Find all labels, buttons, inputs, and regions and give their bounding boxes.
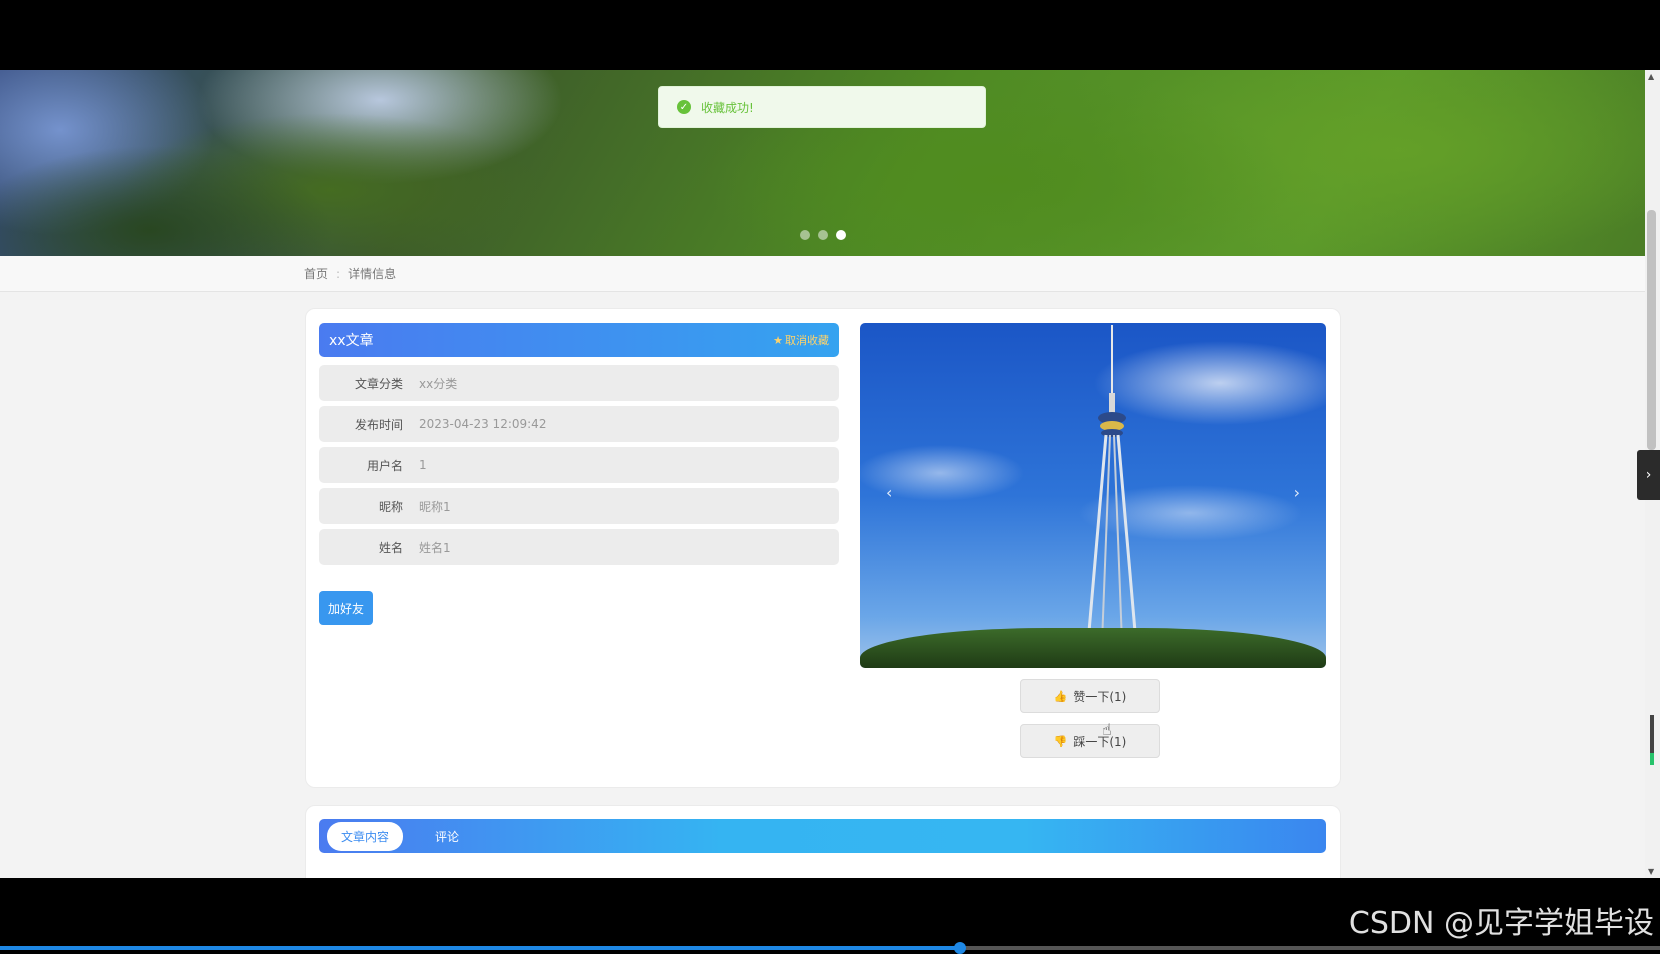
mouse-cursor-icon: ☝: [1102, 720, 1112, 739]
tab-article-content[interactable]: 文章内容: [327, 821, 404, 851]
breadcrumb: 首页 : 详情信息: [0, 256, 1645, 292]
field-label: 姓名: [378, 540, 403, 555]
chevron-right-icon[interactable]: ›: [1294, 483, 1300, 502]
top-black-bar: [0, 0, 1660, 70]
field-label: 文章分类: [354, 376, 403, 391]
unfavorite-button[interactable]: ★ 取消收藏: [773, 332, 829, 348]
video-progress-knob[interactable]: [954, 942, 966, 954]
tab-comments[interactable]: 评论: [421, 822, 473, 851]
field-value: 2023-04-23 12:09:42: [419, 417, 547, 431]
progress-fill: [1650, 753, 1654, 765]
tab-bar: 文章内容 评论: [319, 819, 1326, 853]
field-name: 姓名 姓名1: [319, 529, 839, 565]
breadcrumb-separator: :: [336, 266, 341, 281]
like-label: 赞一下(1): [1073, 689, 1127, 704]
check-circle-icon: ✓: [677, 100, 691, 114]
thumbs-down-icon: 👎: [1053, 734, 1068, 748]
field-value: 姓名1: [419, 540, 451, 555]
field-category: 文章分类 xx分类: [319, 365, 839, 401]
video-progress-played: [0, 946, 960, 950]
dislike-button[interactable]: 👎 踩一下(1): [1020, 724, 1160, 758]
field-username: 用户名 1: [319, 447, 839, 483]
field-nickname: 昵称 昵称1: [319, 488, 839, 524]
unfavorite-label: 取消收藏: [785, 334, 829, 347]
side-panel-toggle[interactable]: ›: [1637, 450, 1660, 500]
breadcrumb-home[interactable]: 首页: [304, 265, 328, 282]
carousel-dot[interactable]: [818, 230, 828, 240]
field-label: 昵称: [378, 499, 403, 514]
field-label: 发布时间: [354, 417, 403, 432]
side-progress-indicator: [1650, 715, 1654, 765]
carousel-dot[interactable]: [800, 230, 810, 240]
tower-image: [1084, 325, 1140, 668]
video-bottom-bar: CSDN @见字学姐毕设: [0, 878, 1660, 954]
add-friend-button[interactable]: 加好友: [319, 591, 373, 625]
field-value: 昵称1: [419, 499, 451, 514]
dislike-label: 踩一下(1): [1073, 734, 1127, 749]
article-detail-card: xx文章 ★ 取消收藏 文章分类 xx分类 发布时间 2023-04-23 12…: [305, 308, 1341, 788]
thumbs-up-icon: 👍: [1053, 689, 1068, 703]
article-title: xx文章: [329, 333, 374, 349]
chevron-left-icon[interactable]: ‹: [886, 483, 892, 502]
article-image-carousel[interactable]: ‹ ›: [860, 323, 1326, 668]
chevron-right-icon: ›: [1645, 467, 1652, 483]
scrollbar-thumb[interactable]: [1647, 210, 1656, 450]
carousel-dot-active[interactable]: [836, 230, 846, 240]
field-label: 用户名: [366, 458, 403, 473]
carousel-dots: [800, 230, 846, 240]
field-value: xx分类: [419, 376, 458, 391]
article-title-bar: xx文章 ★ 取消收藏: [319, 323, 839, 357]
like-button[interactable]: 👍 赞一下(1): [1020, 679, 1160, 713]
star-icon: ★: [773, 333, 783, 347]
browser-viewport: ✓ 收藏成功! 首页 : 详情信息 xx文章 ★ 取消收藏 文章分类 xx分类 …: [0, 70, 1660, 878]
breadcrumb-current: 详情信息: [348, 267, 397, 281]
video-progress-bar[interactable]: [0, 942, 1660, 954]
field-publish-time: 发布时间 2023-04-23 12:09:42: [319, 406, 839, 442]
success-toast: ✓ 收藏成功!: [658, 86, 986, 128]
field-value: 1: [419, 458, 427, 472]
trees-foreground: [860, 628, 1326, 668]
scroll-down-icon[interactable]: ▼: [1648, 867, 1654, 876]
content-tabs-card: 文章内容 评论: [305, 805, 1341, 878]
scroll-up-icon[interactable]: ▲: [1648, 72, 1654, 81]
watermark-text: CSDN @见字学姐毕设: [1348, 906, 1654, 941]
toast-message: 收藏成功!: [701, 100, 754, 115]
